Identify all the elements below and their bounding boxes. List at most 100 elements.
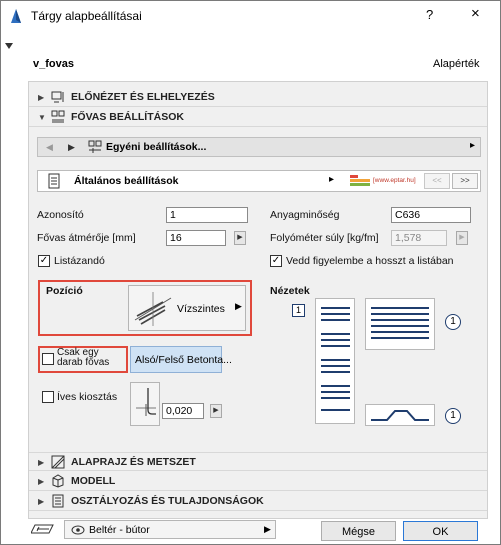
rebar-line: [371, 325, 429, 327]
section-classification[interactable]: ▶ OSZTÁLYOZÁS ÉS TULAJDONSÁGOK: [29, 492, 487, 511]
section-floorplan[interactable]: ▶ ALAPRAJZ ÉS METSZET: [29, 452, 487, 471]
rebar-line: [321, 397, 350, 399]
section-label: MODELL: [71, 475, 116, 487]
rebar-line: [321, 333, 350, 335]
title-bar: Tárgy alapbeállításai ? ×: [1, 1, 500, 31]
cancel-button[interactable]: Mégse: [321, 521, 396, 541]
length-in-list-checkbox[interactable]: ✓: [270, 255, 282, 267]
cancel-button-label: Mégse: [341, 526, 376, 538]
list-icon: [48, 173, 60, 189]
layer-label: Beltér - bútor: [89, 524, 150, 536]
close-button[interactable]: ×: [471, 5, 480, 22]
expand-arrow-icon[interactable]: ▶: [38, 497, 44, 506]
single-bar-label: Csak egy darab fővas: [57, 347, 110, 368]
rebar-line: [371, 337, 429, 339]
diameter-field[interactable]: 16: [166, 230, 226, 246]
rebar-line: [321, 307, 350, 309]
id-field[interactable]: 1: [166, 207, 248, 223]
previous-logo-button[interactable]: <<: [424, 173, 450, 189]
single-bar-checkbox[interactable]: [42, 353, 54, 365]
dropdown-arrow-icon[interactable]: ▸: [470, 140, 475, 151]
view-count-circle[interactable]: 1: [445, 314, 461, 330]
document-icon: [52, 494, 64, 508]
collapse-arrow-icon[interactable]: ▼: [38, 113, 46, 122]
eptar-logo-icon: [350, 175, 370, 186]
custom-settings-label: Egyéni beállítások...: [106, 141, 207, 153]
section-label: OSZTÁLYOZÁS ÉS TULAJDONSÁGOK: [71, 495, 264, 507]
dropdown-arrow-icon[interactable]: ▶: [235, 301, 242, 312]
rebar-line: [371, 319, 429, 321]
rebar-line: [321, 365, 350, 367]
collapse-arrow-icon[interactable]: [5, 43, 13, 49]
rebar-line: [371, 331, 429, 333]
dropdown-arrow-icon[interactable]: ▸: [329, 174, 334, 185]
rebar-line: [321, 359, 350, 361]
side-view-panel[interactable]: [315, 298, 355, 424]
length-in-list-label: Vedd figyelembe a hosszt a listában: [286, 255, 454, 267]
bottom-top-concrete-button[interactable]: Alsó/Felső Betonta...: [130, 346, 232, 373]
next-page-button[interactable]: ▶: [68, 142, 75, 153]
rebar-line: [371, 313, 429, 315]
section-label: ALAPRAJZ ÉS METSZET: [71, 456, 196, 468]
curved-distribution-checkbox[interactable]: [42, 391, 54, 403]
curved-distribution-stepper[interactable]: ▶: [210, 404, 222, 418]
view-count-badge[interactable]: 1: [292, 304, 305, 317]
material-field[interactable]: C636: [391, 207, 471, 223]
expand-arrow-icon[interactable]: ▶: [38, 458, 44, 467]
archicad-app-icon: [11, 9, 21, 23]
layer-icon: [31, 524, 54, 534]
rebar-line: [321, 385, 350, 387]
curved-distribution-label: Íves kiosztás: [57, 391, 118, 403]
dropdown-arrow-icon[interactable]: ▶: [264, 524, 271, 535]
ok-button[interactable]: OK: [403, 521, 478, 541]
general-settings-bar[interactable]: Általános beállítások ▸ [www.eptar.hu] <…: [37, 170, 481, 192]
section-model[interactable]: ▶ MODELL: [29, 472, 487, 491]
previous-page-button[interactable]: ◀: [46, 142, 53, 153]
views-label: Nézetek: [270, 285, 310, 297]
weight-field: 1,578: [391, 230, 447, 246]
top-view-panel[interactable]: [365, 298, 435, 350]
window-title: Tárgy alapbeállításai: [31, 9, 142, 23]
expand-arrow-icon[interactable]: ▶: [38, 477, 44, 486]
weight-stepper: ▶: [456, 231, 468, 245]
position-dropdown[interactable]: Vízszintes ▶: [128, 285, 246, 331]
eptar-logo-text: [www.eptar.hu]: [373, 177, 416, 184]
section-preview[interactable]: ▶ ELŐNÉZET ÉS ELHELYEZÉS: [29, 88, 487, 107]
section-rebar[interactable]: ▼ FŐVAS BEÁLLÍTÁSOK: [29, 108, 487, 127]
dialog-window: Tárgy alapbeállításai ? × v_fovas Alapér…: [0, 0, 501, 545]
bent-rebar-icon: [371, 410, 429, 421]
rebar-line: [321, 319, 350, 321]
rebar-line: [321, 371, 350, 373]
cube-icon: [52, 474, 64, 488]
position-value: Vízszintes: [177, 303, 225, 315]
rebar-line: [321, 313, 350, 315]
layer-dropdown[interactable]: Beltér - bútor ▶: [64, 520, 276, 539]
curved-rebar-icon: [136, 388, 156, 416]
horizontal-rebar-icon: [134, 292, 172, 326]
ok-button-label: OK: [432, 526, 449, 538]
rebar-line: [371, 307, 429, 309]
listable-checkbox[interactable]: ✓: [38, 255, 50, 267]
custom-settings-bar[interactable]: ◀ ▶ Egyéni beállítások... ▸: [37, 137, 481, 157]
curved-distribution-field[interactable]: 0,020: [162, 403, 204, 419]
diameter-stepper[interactable]: ▶: [234, 231, 246, 245]
weight-label: Folyóméter súly [kg/fm]: [270, 232, 379, 244]
object-name: v_fovas: [33, 58, 74, 70]
position-label: Pozíció: [46, 285, 83, 297]
rebar-line: [321, 391, 350, 393]
rebar-line: [321, 339, 350, 341]
next-logo-button[interactable]: >>: [452, 173, 478, 189]
default-label: Alapérték: [433, 58, 480, 70]
rebar-settings-icon: [51, 110, 65, 123]
monitor-icon: [51, 91, 64, 103]
custom-settings-icon: [88, 140, 102, 153]
view-count-circle[interactable]: 1: [445, 408, 461, 424]
floorplan-icon: [51, 455, 65, 469]
section-view-panel[interactable]: [365, 404, 435, 426]
id-label: Azonosító: [37, 209, 84, 221]
diameter-label: Fővas átmérője [mm]: [37, 232, 136, 244]
material-label: Anyagminőség: [270, 209, 340, 221]
help-button[interactable]: ?: [426, 7, 433, 22]
general-settings-label: Általános beállítások: [74, 175, 179, 187]
expand-arrow-icon[interactable]: ▶: [38, 93, 44, 102]
